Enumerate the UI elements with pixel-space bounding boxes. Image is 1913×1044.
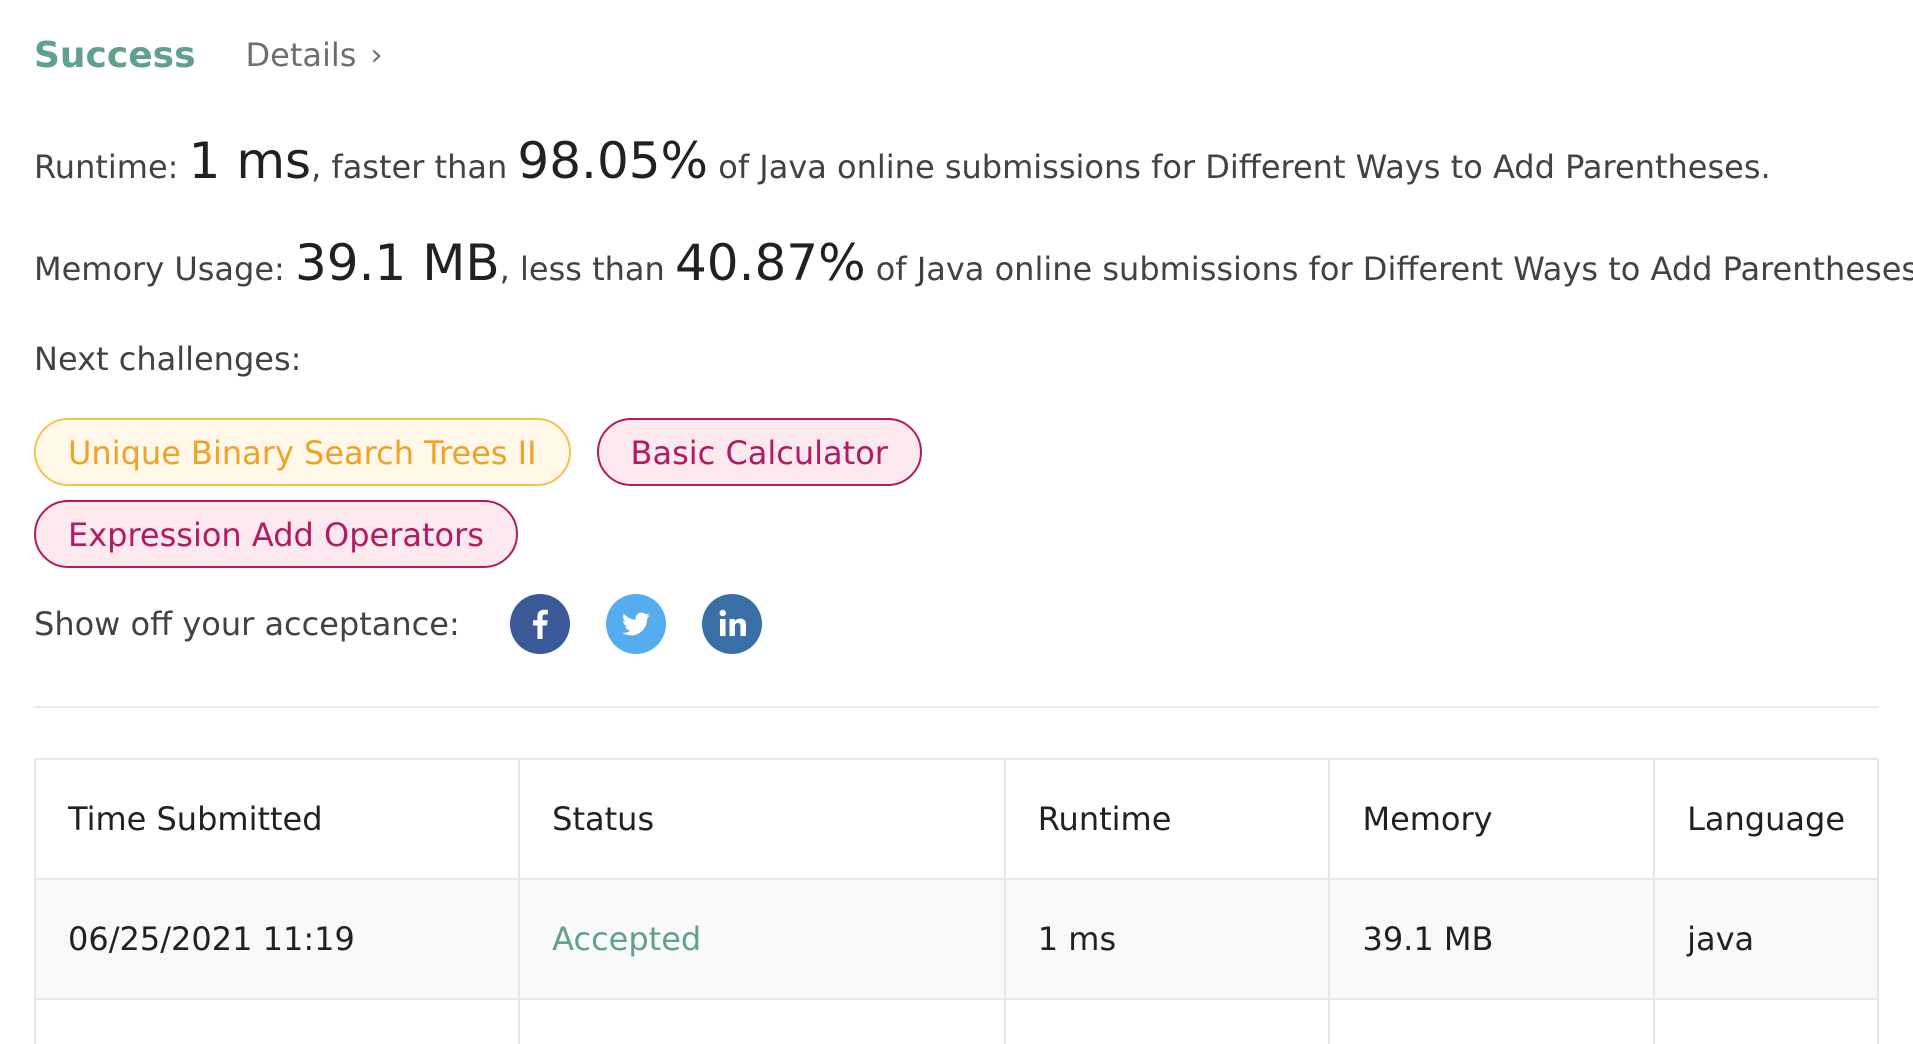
linkedin-icon[interactable] xyxy=(702,594,762,654)
column-header-language: Language xyxy=(1653,758,1879,880)
memory-percentile: 40.87% xyxy=(674,234,866,292)
runtime-suffix: of Java online submissions for Different… xyxy=(708,148,1771,186)
facebook-glyph xyxy=(533,609,548,639)
column-header-status: Status xyxy=(518,758,1006,880)
cell-status: Accepted xyxy=(518,878,1006,1000)
table-row: 06/25/2021 11:19 Accepted 1 ms 39.1 MB j… xyxy=(33,878,1879,1000)
memory-value: 39.1 MB xyxy=(294,234,500,292)
submissions-table-body: 06/25/2021 11:19 Accepted 1 ms 39.1 MB j… xyxy=(33,878,1879,1044)
details-link[interactable]: Details › xyxy=(246,36,383,74)
cell-empty xyxy=(1328,998,1656,1044)
runtime-summary: Runtime: 1 ms, faster than 98.05% of Jav… xyxy=(34,132,1879,190)
linkedin-glyph xyxy=(719,609,746,636)
runtime-percentile: 98.05% xyxy=(517,132,709,190)
challenge-tag-basic-calculator[interactable]: Basic Calculator xyxy=(596,418,922,486)
share-row: Show off your acceptance: xyxy=(34,594,1879,654)
cell-time-submitted: 06/25/2021 11:19 xyxy=(33,878,521,1000)
table-row-partial xyxy=(33,998,1879,1044)
cell-empty xyxy=(518,998,1006,1044)
challenge-tag-unique-binary-search-trees-ii[interactable]: Unique Binary Search Trees II xyxy=(34,418,571,486)
chevron-right-icon: › xyxy=(370,37,383,73)
column-header-time-submitted: Time Submitted xyxy=(33,758,521,880)
runtime-comparison: , faster than xyxy=(311,148,518,186)
memory-suffix: of Java online submissions for Different… xyxy=(865,250,1913,288)
cell-empty xyxy=(1003,998,1331,1044)
column-header-memory: Memory xyxy=(1328,758,1656,880)
next-challenges-list: Unique Binary Search Trees II Basic Calc… xyxy=(34,418,934,568)
twitter-glyph xyxy=(622,612,650,636)
memory-comparison: , less than xyxy=(499,250,675,288)
section-divider xyxy=(34,706,1879,708)
cell-runtime: 1 ms xyxy=(1003,878,1331,1000)
twitter-icon[interactable] xyxy=(606,594,666,654)
share-label: Show off your acceptance: xyxy=(34,605,460,643)
runtime-label: Runtime: xyxy=(34,148,189,186)
status-accepted-link[interactable]: Accepted xyxy=(552,920,701,958)
runtime-value: 1 ms xyxy=(188,132,312,190)
table-header-row: Time Submitted Status Runtime Memory Lan… xyxy=(33,758,1879,880)
memory-summary: Memory Usage: 39.1 MB, less than 40.87% … xyxy=(34,234,1913,292)
result-status-title: Success xyxy=(34,34,196,76)
submission-result-panel: Success Details › Runtime: 1 ms, faster … xyxy=(0,0,1913,1044)
memory-label: Memory Usage: xyxy=(34,250,295,288)
result-header: Success Details › xyxy=(34,0,1879,110)
next-challenges-label: Next challenges: xyxy=(34,340,302,378)
cell-empty xyxy=(33,998,521,1044)
cell-memory: 39.1 MB xyxy=(1328,878,1656,1000)
cell-language: java xyxy=(1653,878,1879,1000)
submissions-table-header: Time Submitted Status Runtime Memory Lan… xyxy=(33,758,1879,880)
submissions-table: Time Submitted Status Runtime Memory Lan… xyxy=(33,758,1879,1044)
details-label: Details xyxy=(245,36,357,74)
facebook-icon[interactable] xyxy=(510,594,570,654)
column-header-runtime: Runtime xyxy=(1003,758,1331,880)
cell-empty xyxy=(1653,998,1879,1044)
challenge-tag-expression-add-operators[interactable]: Expression Add Operators xyxy=(34,500,518,568)
